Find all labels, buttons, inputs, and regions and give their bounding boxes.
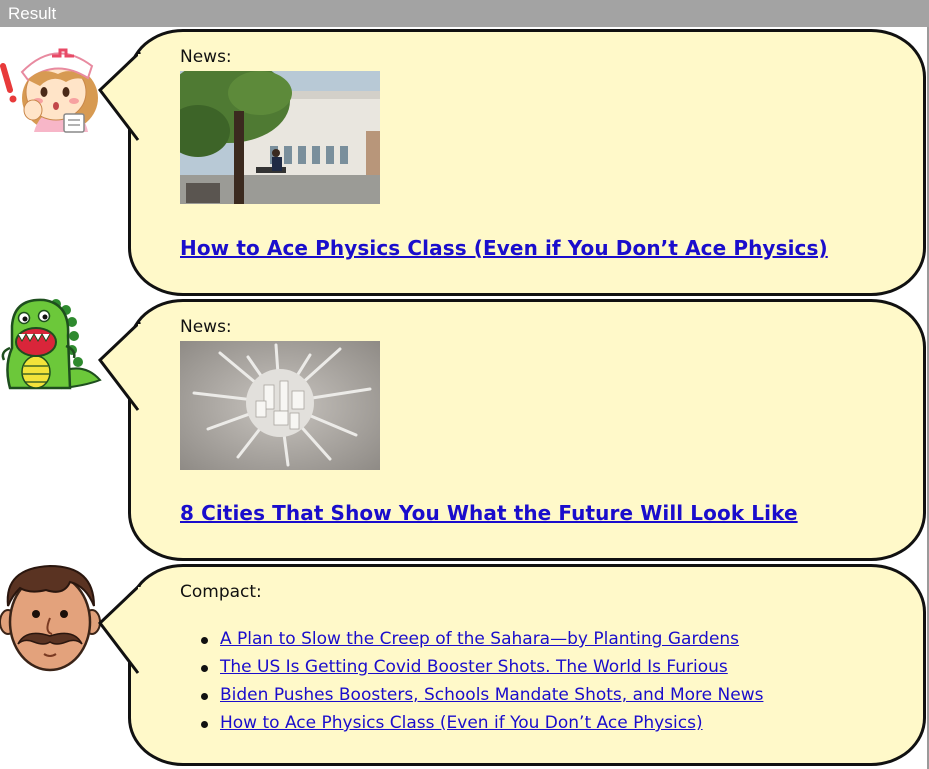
speech-bubble-tail (97, 320, 146, 411)
headline-link[interactable]: How to Ace Physics Class (Even if You Do… (180, 236, 828, 260)
speech-bubble-tail (97, 50, 146, 141)
mustache-man-avatar-icon (0, 564, 101, 672)
speech-bubble-tail (97, 583, 146, 674)
article-link[interactable]: A Plan to Slow the Creep of the Sahara—b… (220, 629, 739, 649)
window-title: Result (8, 4, 57, 23)
message-kind-label: News: (180, 317, 232, 337)
list-item: The US Is Getting Covid Booster Shots. T… (180, 653, 763, 681)
headline-link[interactable]: 8 Cities That Show You What the Future W… (180, 501, 798, 525)
article-link[interactable]: The US Is Getting Covid Booster Shots. T… (220, 657, 728, 677)
list-item: How to Ace Physics Class (Even if You Do… (180, 709, 763, 737)
article-link[interactable]: How to Ace Physics Class (Even if You Do… (220, 713, 703, 733)
message-kind-label: Compact: (180, 582, 262, 602)
compact-link-list: A Plan to Slow the Creep of the Sahara—b… (180, 625, 763, 737)
window-titlebar: Result (0, 0, 929, 27)
list-item: A Plan to Slow the Creep of the Sahara—b… (180, 625, 763, 653)
campus-building-photo[interactable] (180, 71, 380, 204)
list-item: Biden Pushes Boosters, Schools Mandate S… (180, 681, 763, 709)
nurse-avatar-icon (0, 48, 98, 133)
message-kind-label: News: (180, 47, 232, 67)
dinosaur-avatar-icon (1, 298, 102, 390)
city-model-photo[interactable] (180, 341, 380, 470)
article-link[interactable]: Biden Pushes Boosters, Schools Mandate S… (220, 685, 763, 705)
